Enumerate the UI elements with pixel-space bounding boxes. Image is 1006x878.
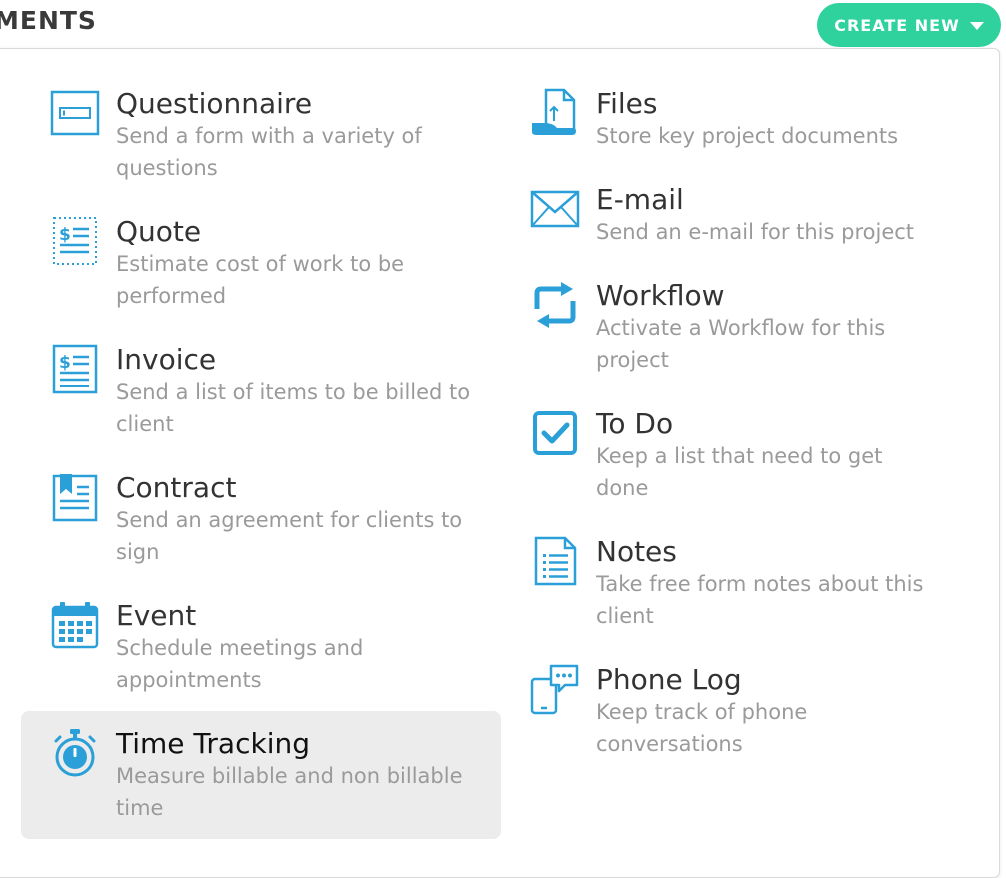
menu-item-phone-log[interactable]: Phone Log Keep track of phone conversati…	[501, 653, 981, 781]
calendar-icon	[49, 599, 101, 651]
menu-item-description: Send a form with a variety of questions	[116, 124, 422, 180]
menu-item-contract[interactable]: Contract Send an agreement for clients t…	[21, 461, 501, 589]
menu-item-event[interactable]: Event Schedule meetings and appointments	[21, 589, 501, 717]
svg-text:$: $	[59, 353, 71, 373]
checkbox-icon	[529, 407, 581, 459]
menu-item-email[interactable]: E-mail Send an e-mail for this project	[501, 173, 981, 269]
section-title: MENTS	[0, 6, 97, 35]
menu-item-title: Questionnaire	[116, 87, 313, 120]
quote-icon: $	[49, 215, 101, 267]
contract-icon	[49, 471, 101, 523]
questionnaire-icon	[49, 87, 101, 139]
caret-down-icon	[969, 22, 984, 30]
menu-item-title: Contract	[116, 471, 237, 504]
menu-item-title: Files	[596, 87, 658, 120]
menu-item-title: Workflow	[596, 279, 725, 312]
menu-item-description: Take free form notes about this client	[596, 572, 924, 628]
menu-item-description: Estimate cost of work to be performed	[116, 252, 405, 308]
menu-item-files[interactable]: Files Store key project documents	[501, 77, 981, 173]
menu-item-title: Event	[116, 599, 197, 632]
menu-item-title: E-mail	[596, 183, 684, 216]
workflow-icon	[529, 279, 581, 331]
menu-item-description: Measure billable and non billable time	[116, 764, 463, 820]
menu-item-description: Keep a list that need to get done	[596, 444, 883, 500]
menu-item-title: Invoice	[116, 343, 217, 376]
notes-icon	[529, 535, 581, 587]
menu-item-questionnaire[interactable]: Questionnaire Send a form with a variety…	[21, 77, 501, 205]
menu-item-notes[interactable]: Notes Take free form notes about this cl…	[501, 525, 981, 653]
menu-item-description: Send an e-mail for this project	[596, 220, 915, 244]
menu-item-title: To Do	[596, 407, 674, 440]
menu-item-todo[interactable]: To Do Keep a list that need to get done	[501, 397, 981, 525]
stopwatch-icon	[49, 727, 101, 779]
menu-item-description: Send an agreement for clients to sign	[116, 508, 463, 564]
menu-item-title: Quote	[116, 215, 202, 248]
menu-item-workflow[interactable]: Workflow Activate a Workflow for this pr…	[501, 269, 981, 397]
menu-item-invoice[interactable]: $ Invoice Send a list of items to be bil…	[21, 333, 501, 461]
menu-item-title: Notes	[596, 535, 677, 568]
menu-item-description: Store key project documents	[596, 124, 899, 148]
menu-item-description: Activate a Workflow for this project	[596, 316, 886, 372]
menu-item-title: Time Tracking	[116, 727, 310, 760]
envelope-icon	[529, 183, 581, 235]
phone-log-icon	[529, 663, 581, 715]
menu-item-quote[interactable]: $ Quote Estimate cost of work to be perf…	[21, 205, 501, 333]
create-new-button[interactable]: CREATE NEW	[817, 3, 1001, 47]
svg-text:$: $	[59, 225, 71, 245]
menu-item-description: Send a list of items to be billed to cli…	[116, 380, 471, 436]
create-new-label: CREATE NEW	[834, 15, 960, 35]
create-menu-panel: Questionnaire Send a form with a variety…	[0, 48, 1000, 878]
menu-item-description: Schedule meetings and appointments	[116, 636, 364, 692]
menu-item-title: Phone Log	[596, 663, 742, 696]
file-upload-icon	[529, 87, 581, 139]
menu-item-time-tracking[interactable]: Time Tracking Measure billable and non b…	[21, 711, 501, 839]
menu-item-description: Keep track of phone conversations	[596, 700, 808, 756]
invoice-icon: $	[49, 343, 101, 395]
